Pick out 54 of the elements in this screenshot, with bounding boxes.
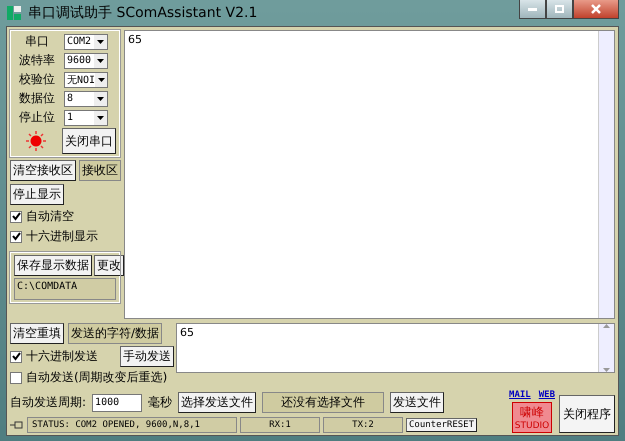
send-text-area[interactable]: 65	[176, 323, 615, 373]
checkbox-label: 十六进制显示	[26, 228, 98, 245]
receive-text-area[interactable]: 65	[124, 30, 615, 319]
setting-label: 停止位	[18, 109, 56, 126]
period-unit: 毫秒	[148, 394, 172, 411]
checkbox[interactable]	[10, 230, 22, 242]
send-data-label: 发送的字符/数据	[68, 323, 162, 344]
rx-counter: RX:1	[240, 417, 320, 433]
setting-dropdown[interactable]: 8	[64, 90, 108, 106]
scrollbar[interactable]	[598, 31, 614, 318]
close-button[interactable]	[573, 0, 619, 19]
minimize-button[interactable]	[519, 0, 546, 19]
manual-send-button[interactable]: 手动发送	[120, 346, 174, 367]
change-button[interactable]: 更改	[94, 255, 124, 276]
checkbox-label: 十六进制发送	[26, 348, 98, 365]
maximize-button[interactable]	[546, 0, 573, 19]
app-icon	[6, 5, 22, 21]
setting-label: 数据位	[18, 90, 56, 107]
period-label: 自动发送周期:	[10, 394, 86, 411]
maximize-icon	[555, 5, 564, 13]
setting-dropdown[interactable]: 9600	[64, 52, 108, 68]
setting-dropdown[interactable]: 无NOI	[64, 72, 108, 88]
counter-reset-button[interactable]: CounterRESET	[406, 418, 478, 432]
minimize-icon	[528, 8, 537, 10]
pin-icon	[10, 420, 24, 430]
choose-file-button[interactable]: 选择发送文件	[178, 392, 256, 413]
setting-label: 波特率	[18, 52, 56, 69]
setting-label: 校验位	[18, 71, 56, 88]
close-icon	[591, 4, 601, 14]
checkbox[interactable]	[10, 372, 22, 384]
clear-receive-button[interactable]: 清空接收区	[10, 160, 76, 181]
setting-label: 串口	[24, 33, 50, 50]
stop-display-button[interactable]: 停止显示	[10, 184, 64, 205]
setting-dropdown[interactable]: 1	[64, 110, 108, 126]
close-program-button[interactable]: 关闭程序	[559, 395, 615, 433]
checkbox[interactable]	[10, 350, 22, 362]
save-path-field[interactable]: C:\COMDATA	[14, 278, 116, 300]
period-field[interactable]: 1000	[92, 394, 142, 412]
checkbox-label: 自动发送(周期改变后重选)	[26, 369, 168, 386]
send-file-button[interactable]: 发送文件	[390, 392, 444, 413]
receive-area-label: 接收区	[79, 160, 121, 181]
tx-counter: TX:2	[323, 417, 403, 433]
checkbox[interactable]	[10, 210, 22, 222]
link[interactable]: MAIL	[509, 390, 531, 400]
window-title: 串口调试助手 SComAssistant V2.1	[28, 4, 258, 22]
file-status: 还没有选择文件	[262, 392, 384, 413]
setting-dropdown[interactable]: COM2	[64, 34, 108, 50]
save-data-button[interactable]: 保存显示数据	[14, 255, 92, 276]
studio-logo: 啸峰 STUDIO	[512, 402, 552, 433]
close-port-button[interactable]: 关闭串口	[62, 128, 116, 154]
link[interactable]: WEB	[538, 390, 555, 400]
clear-send-button[interactable]: 清空重填	[10, 323, 64, 344]
checkbox-label: 自动清空	[26, 208, 74, 225]
status-text: STATUS: COM2 OPENED, 9600,N,8,1	[27, 417, 237, 433]
